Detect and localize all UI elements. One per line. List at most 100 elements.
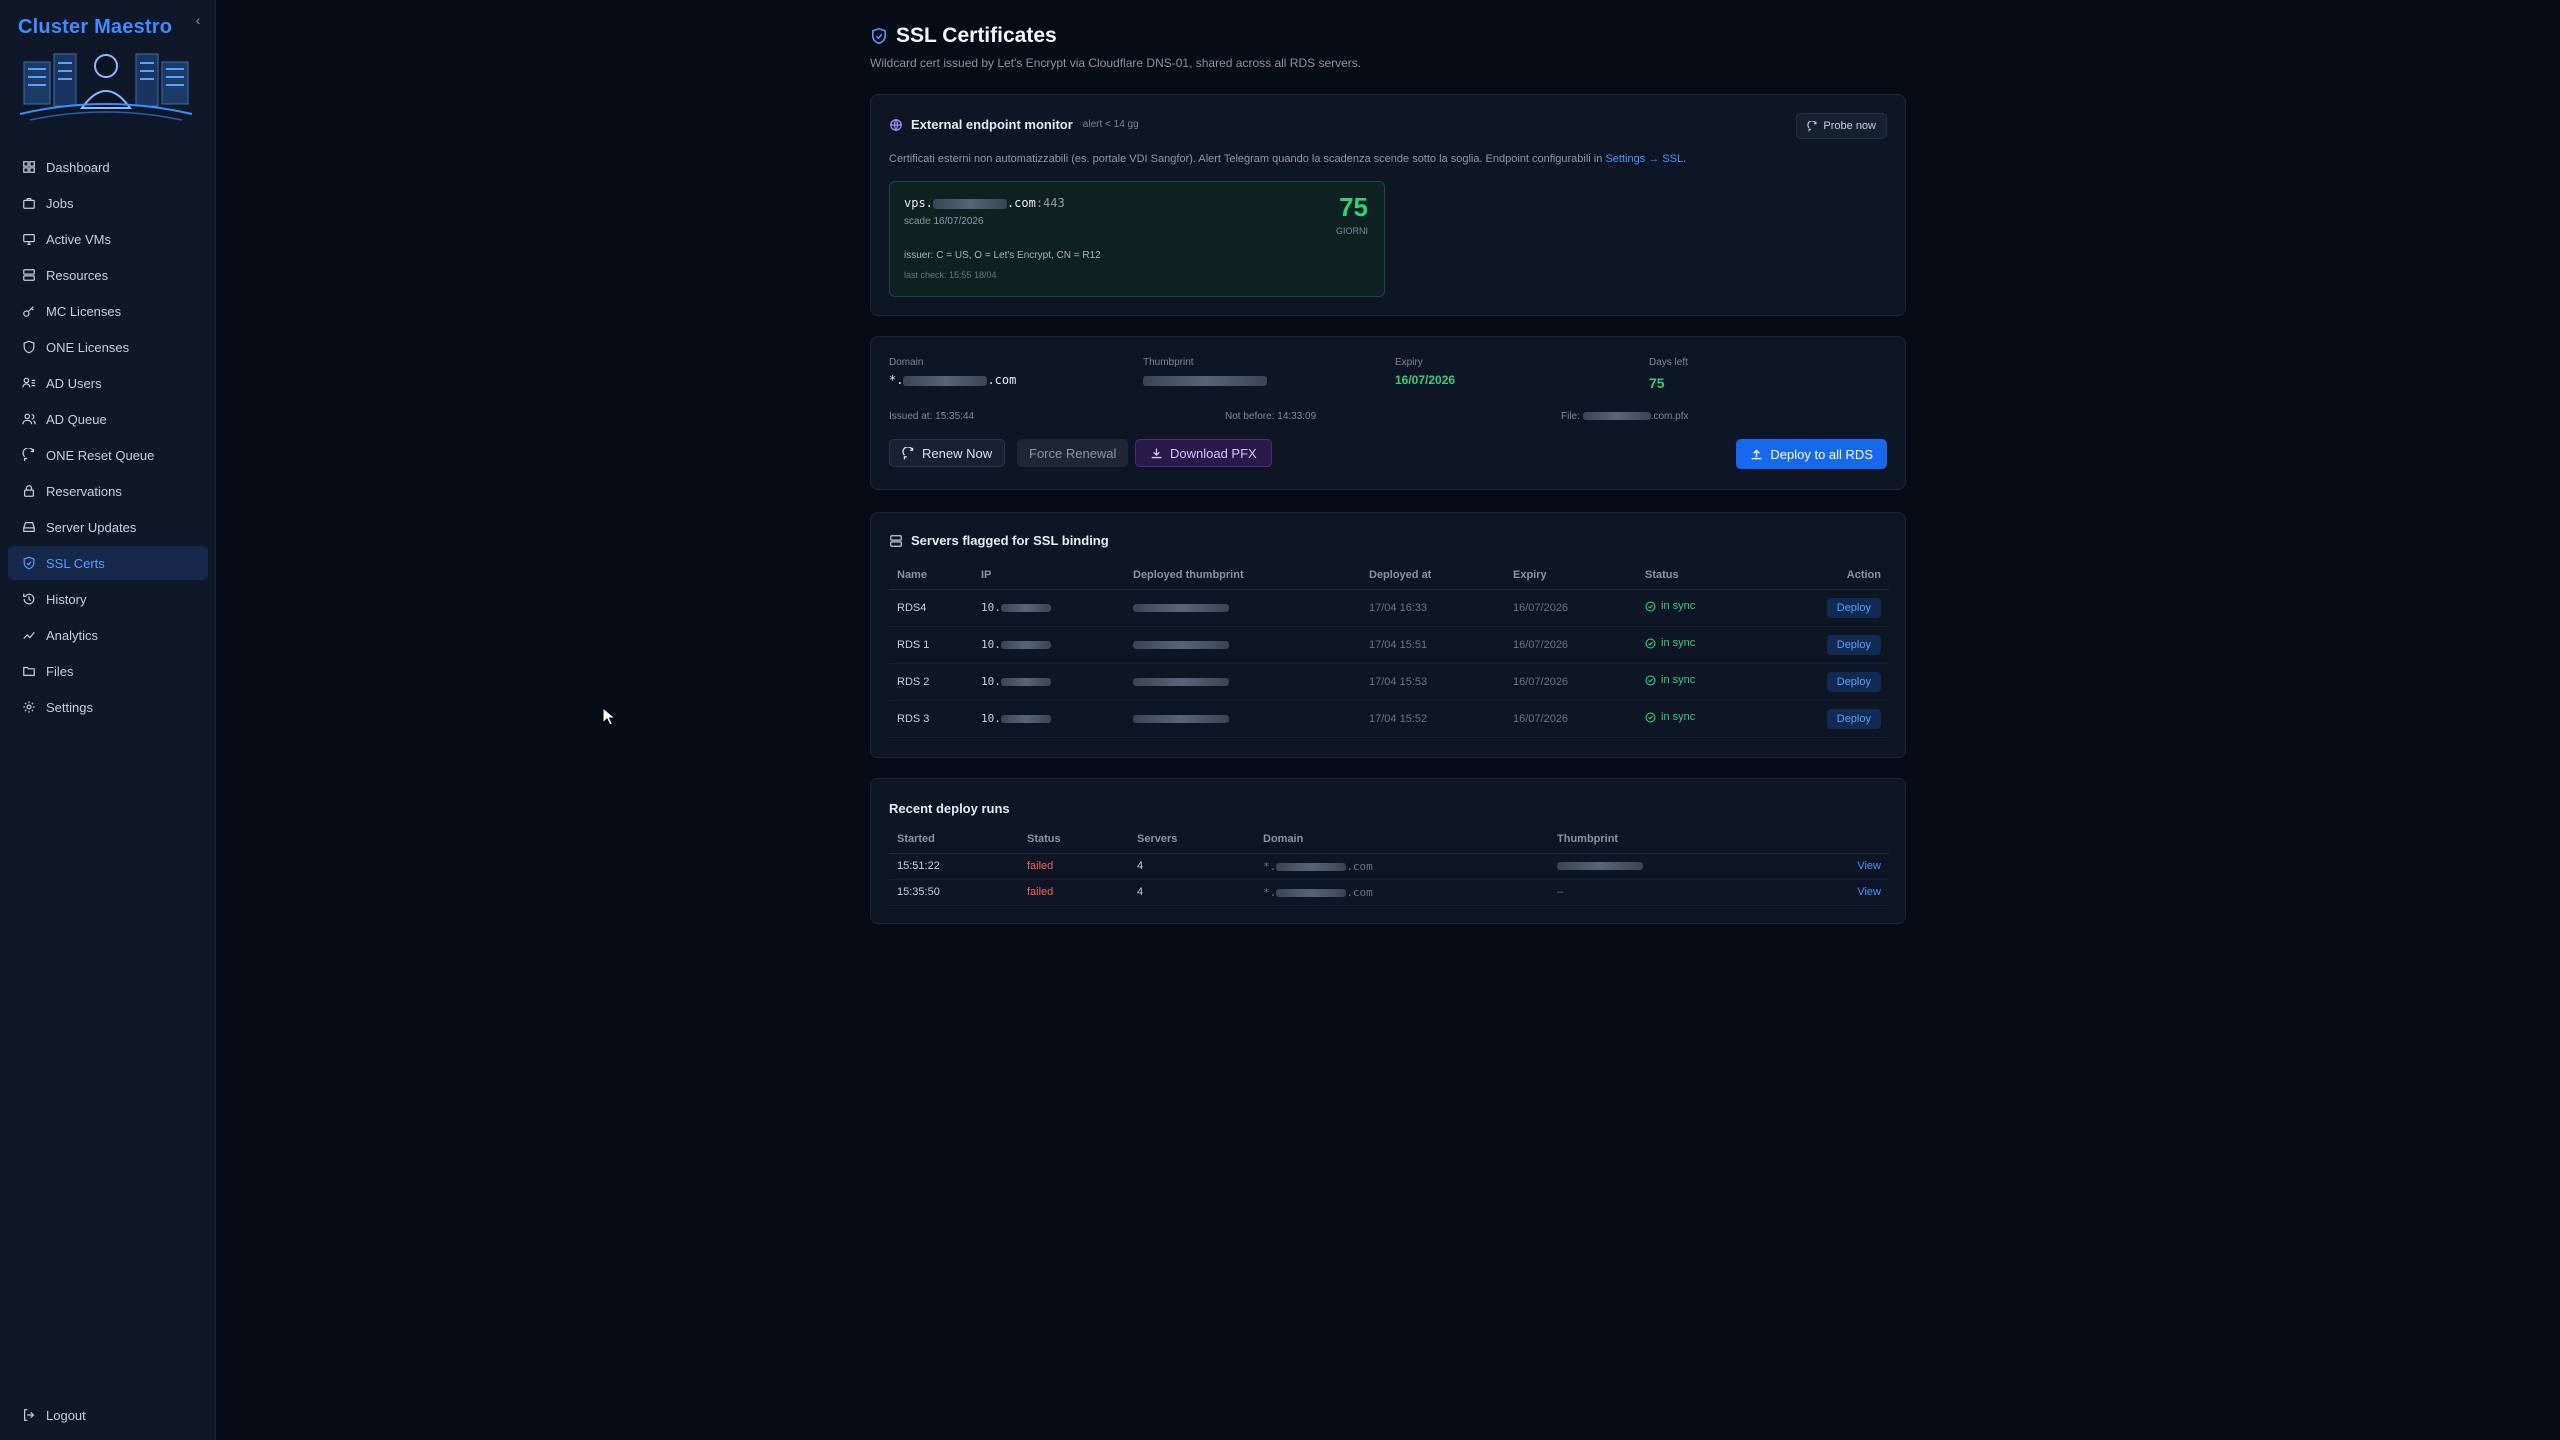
- download-pfx-label: Download PFX: [1170, 445, 1257, 461]
- run-servers: 4: [1129, 853, 1255, 880]
- server-status: in sync: [1637, 626, 1797, 664]
- sidebar-item-active-vms[interactable]: Active VMs: [8, 222, 208, 256]
- deployed-thumbprint: [1125, 589, 1361, 627]
- run-domain: *. .com: [1255, 879, 1549, 906]
- deploy-button[interactable]: Deploy: [1826, 634, 1881, 655]
- server-status: in sync: [1637, 663, 1797, 701]
- force-renewal-button[interactable]: Force Renewal: [1017, 439, 1129, 467]
- servers-card: Servers flagged for SSL binding Name IP …: [870, 512, 1906, 758]
- sidebar-item-ad-users[interactable]: AD Users: [8, 366, 208, 400]
- column-header: Status: [1019, 825, 1129, 854]
- folder-icon: [23, 666, 35, 676]
- server-ip: 10.: [973, 663, 1125, 701]
- briefcase-icon: [23, 198, 35, 209]
- run-thumbprint: [1549, 853, 1809, 880]
- probe-now-button[interactable]: Probe now: [1796, 113, 1887, 139]
- pfx-file-suffix: .com.pfx: [1650, 411, 1689, 422]
- action-cell: Deploy: [1797, 700, 1889, 738]
- server-ip-prefix: 10.: [981, 712, 1001, 725]
- redacted-text: [1276, 888, 1347, 897]
- sidebar-item-jobs[interactable]: Jobs: [8, 186, 208, 220]
- endpoint-card[interactable]: vps. .com:443 scade 16/07/2026 issuer: C …: [889, 181, 1385, 297]
- sidebar-item-resources[interactable]: Resources: [8, 258, 208, 292]
- sidebar-item-dashboard[interactable]: Dashboard: [8, 150, 208, 184]
- server-expiry: 16/07/2026: [1505, 589, 1637, 627]
- endpoint-host-suffix: .com: [1006, 196, 1036, 210]
- endpoint-issuer: issuer: C = US, O = Let's Encrypt, CN = …: [904, 250, 1101, 261]
- endpoint-days-left: 75: [1339, 192, 1368, 222]
- deploy-all-rds-button[interactable]: Deploy to all RDS: [1736, 439, 1887, 469]
- redacted-text: [1276, 862, 1347, 871]
- table-header-row: Started Status Servers Domain Thumbprint: [889, 825, 1889, 854]
- sidebar-item-label: Jobs: [46, 195, 74, 211]
- sidebar-item-reservations[interactable]: Reservations: [8, 474, 208, 508]
- column-header: Domain: [1255, 825, 1549, 854]
- deployed-thumbprint: [1125, 700, 1361, 738]
- sidebar-item-label: Settings: [46, 699, 93, 715]
- key-icon: [23, 306, 34, 317]
- renew-now-button[interactable]: Renew Now: [889, 439, 1006, 467]
- sidebar-item-files[interactable]: Files: [8, 654, 208, 688]
- sidebar-item-history[interactable]: History: [8, 582, 208, 616]
- run-domain-prefix: *.: [1263, 885, 1277, 899]
- user-queue-icon: [22, 413, 36, 425]
- page-subtitle: Wildcard cert issued by Let's Encrypt vi…: [870, 56, 1362, 70]
- table-row: RDS 1 10. 17/04 15:51 16/07/2026 in sync…: [889, 626, 1889, 664]
- sidebar-item-mc-licenses[interactable]: MC Licenses: [8, 294, 208, 328]
- server-ip-prefix: 10.: [981, 675, 1001, 688]
- table-row[interactable]: 15:35:50 failed 4 *. .com – View: [889, 879, 1889, 906]
- run-thumbprint: –: [1549, 879, 1809, 906]
- download-pfx-button[interactable]: Download PFX: [1135, 439, 1272, 467]
- logout-button[interactable]: Logout: [8, 1398, 208, 1432]
- logout-area: Logout: [8, 1398, 208, 1434]
- sidebar-item-label: Reservations: [46, 483, 122, 499]
- table-row: RDS 3 10. 17/04 15:52 16/07/2026 in sync…: [889, 700, 1889, 738]
- sidebar-item-one-licenses[interactable]: ONE Licenses: [8, 330, 208, 364]
- view-run-link[interactable]: View: [1857, 860, 1881, 872]
- deploy-button[interactable]: Deploy: [1826, 597, 1881, 618]
- endpoint-port: :443: [1035, 196, 1065, 210]
- check-circle-icon: [1645, 675, 1656, 686]
- sidebar-item-settings[interactable]: Settings: [8, 690, 208, 724]
- redacted-text: [1133, 677, 1229, 686]
- sidebar-item-one-reset-queue[interactable]: ONE Reset Queue: [8, 438, 208, 472]
- server-icon: [890, 534, 902, 547]
- servers-title: Servers flagged for SSL binding: [911, 533, 1109, 548]
- deploy-button[interactable]: Deploy: [1826, 671, 1881, 692]
- monitor-icon: [23, 234, 35, 245]
- shield-icon: [23, 340, 35, 354]
- page-header: SSL Certificates: [870, 24, 1057, 48]
- users-list-icon: [22, 377, 36, 388]
- server-ip-prefix: 10.: [981, 638, 1001, 651]
- monitor-header: External endpoint monitor alert < 14 gg: [889, 117, 1139, 132]
- sidebar-item-label: Files: [46, 663, 74, 679]
- server-icon: [23, 269, 35, 281]
- deploy-button[interactable]: Deploy: [1826, 708, 1881, 729]
- settings-ssl-link[interactable]: Settings → SSL: [1605, 153, 1683, 165]
- sidebar-item-ssl-certs[interactable]: SSL Certs: [8, 546, 208, 580]
- monitor-title: External endpoint monitor: [911, 117, 1073, 132]
- expiry-label: Expiry: [1395, 357, 1423, 368]
- table-row: RDS 2 10. 17/04 15:53 16/07/2026 in sync…: [889, 663, 1889, 701]
- server-status: in sync: [1637, 700, 1797, 738]
- table-row[interactable]: 15:51:22 failed 4 *. .com View: [889, 853, 1889, 880]
- check-circle-icon: [1645, 601, 1656, 612]
- sidebar-item-label: AD Users: [46, 375, 102, 391]
- view-run-link[interactable]: View: [1857, 886, 1881, 898]
- status-text: in sync: [1661, 637, 1696, 650]
- server-name: RDS 1: [889, 626, 973, 664]
- server-status: in sync: [1637, 589, 1797, 627]
- runs-header: Recent deploy runs: [889, 801, 1010, 816]
- column-header: Thumbprint: [1549, 825, 1809, 854]
- column-header: IP: [973, 561, 1125, 590]
- sidebar-item-server-updates[interactable]: Server Updates: [8, 510, 208, 544]
- deployed-thumbprint: [1125, 663, 1361, 701]
- endpoint-expiry: scade 16/07/2026: [904, 216, 984, 227]
- history-icon: [23, 593, 35, 605]
- sidebar-item-analytics[interactable]: Analytics: [8, 618, 208, 652]
- collapse-sidebar-icon[interactable]: ‹: [190, 12, 206, 28]
- column-header: Expiry: [1505, 561, 1637, 590]
- redacted-text: [903, 375, 988, 386]
- run-started: 15:35:50: [889, 879, 1019, 906]
- sidebar-item-ad-queue[interactable]: AD Queue: [8, 402, 208, 436]
